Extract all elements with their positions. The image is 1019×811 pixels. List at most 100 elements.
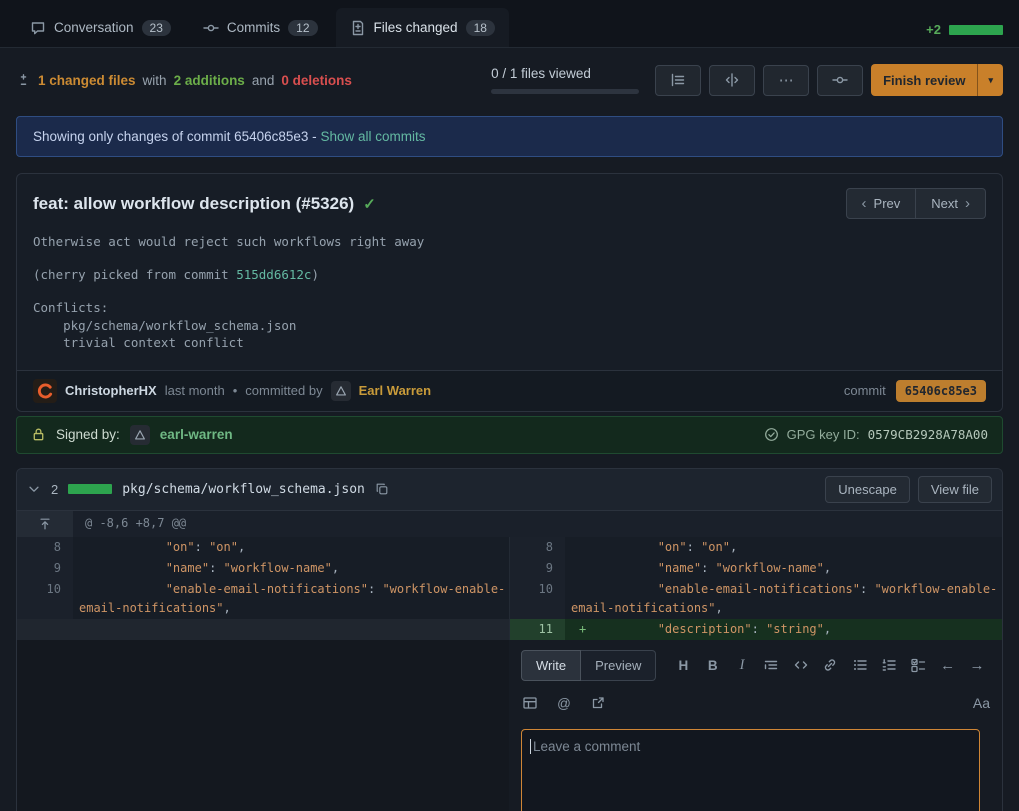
- code-icon[interactable]: [792, 656, 810, 674]
- diff-icon: [16, 73, 31, 88]
- quote-icon[interactable]: [762, 656, 780, 674]
- signed-by-label: Signed by:: [56, 427, 120, 442]
- banner-text: Showing only changes of commit 65406c85e…: [33, 129, 317, 144]
- split-diff-table: @ -8,6 +8,7 @@ 8 "on": "on", 8 "on": "on…: [17, 511, 1002, 811]
- bullet-list-icon[interactable]: [851, 656, 869, 674]
- review-controls: 0 / 1 files viewed ⋯: [491, 64, 1003, 96]
- new-line-number[interactable]: 9: [509, 558, 565, 579]
- file-tree-icon: [670, 72, 686, 88]
- old-code-line: "enable-email-notifications": "workflow-…: [73, 579, 509, 619]
- signature-banner: Signed by: earl-warren GPG key ID: 0579C…: [16, 416, 1003, 454]
- pull-request-files-page: Conversation 23 Commits 12 Files changed…: [0, 0, 1019, 811]
- with-text: with: [143, 73, 167, 88]
- author-avatar[interactable]: [33, 379, 57, 403]
- font-toggle-button[interactable]: Aa: [973, 694, 990, 713]
- additions-count: +2: [926, 22, 941, 37]
- cherry-pick-prefix: (cherry picked from commit: [33, 267, 236, 282]
- old-line-number[interactable]: 9: [17, 558, 73, 579]
- expand-up-icon: [38, 517, 52, 531]
- comment-textarea[interactable]: [521, 729, 980, 811]
- heading-icon[interactable]: H: [674, 656, 692, 674]
- additions-text: 2 additions: [174, 73, 245, 88]
- numbered-list-icon[interactable]: [880, 656, 898, 674]
- text-cursor: [530, 739, 531, 754]
- gpg-key-group: GPG key ID: 0579CB2928A78A00: [764, 427, 988, 442]
- table-icon[interactable]: [521, 694, 539, 712]
- author-name-link[interactable]: ChristopherHX: [65, 383, 157, 398]
- chevron-down-icon[interactable]: [27, 482, 41, 496]
- old-code-line: "on": "on",: [73, 537, 509, 558]
- bold-icon[interactable]: B: [704, 656, 722, 674]
- commit-sha-group: commit 65406c85e3: [844, 380, 986, 402]
- show-all-commits-link[interactable]: Show all commits: [320, 129, 425, 144]
- diff-file-icon: [350, 20, 366, 36]
- check-circle-icon: [764, 427, 779, 442]
- preview-tab[interactable]: Preview: [581, 650, 656, 681]
- diff-view-style-button[interactable]: [709, 65, 755, 96]
- editor-mode-tabs: Write Preview: [521, 650, 656, 681]
- lock-icon: [31, 427, 46, 442]
- diff-file-card: 2 pkg/schema/workflow_schema.json Unesca…: [16, 468, 1003, 811]
- commit-select-button[interactable]: [817, 65, 863, 96]
- diff-options-button[interactable]: ⋯: [763, 65, 809, 96]
- tab-conversation[interactable]: Conversation 23: [16, 8, 185, 47]
- view-file-button[interactable]: View file: [918, 476, 992, 503]
- caret-down-icon: ▾: [978, 75, 1003, 86]
- next-commit-button[interactable]: Next ›: [916, 188, 986, 219]
- new-line-number-added[interactable]: 11: [509, 619, 565, 640]
- cherry-pick-line: (cherry picked from commit 515dd6612c): [33, 266, 986, 284]
- signer-avatar[interactable]: [130, 425, 150, 445]
- changed-files-count: 1 changed files: [38, 73, 136, 88]
- commit-icon: [203, 20, 219, 36]
- tab-conversation-label: Conversation: [54, 20, 134, 35]
- single-commit-banner: Showing only changes of commit 65406c85e…: [16, 116, 1003, 157]
- committed-by-text: committed by: [245, 383, 322, 398]
- arrow-left-icon[interactable]: ←: [939, 656, 957, 674]
- files-changed-count-badge: 18: [466, 20, 495, 36]
- signature-check-icon: ✓: [363, 195, 376, 213]
- finish-review-button[interactable]: Finish review ▾: [871, 64, 1003, 96]
- old-line-number[interactable]: 8: [17, 537, 73, 558]
- commit-card-footer: ChristopherHX last month • committed by …: [17, 370, 1002, 411]
- task-list-icon[interactable]: [909, 656, 927, 674]
- prev-commit-button[interactable]: ‹ Prev: [846, 188, 917, 219]
- pr-tab-bar: Conversation 23 Commits 12 Files changed…: [0, 0, 1019, 48]
- files-viewed-progress: 0 / 1 files viewed: [491, 66, 639, 94]
- new-code-line: "name": "workflow-name",: [565, 558, 1002, 579]
- commit-sha-badge[interactable]: 65406c85e3: [896, 380, 986, 402]
- conversation-icon: [30, 20, 46, 36]
- new-line-number[interactable]: 10: [509, 579, 565, 619]
- tab-commits[interactable]: Commits 12: [189, 8, 332, 47]
- link-icon[interactable]: [821, 656, 839, 674]
- tab-files-changed[interactable]: Files changed 18: [336, 8, 509, 47]
- expand-hunk-button[interactable]: [17, 511, 73, 537]
- gpg-key-value: 0579CB2928A78A00: [868, 427, 988, 442]
- commits-count-badge: 12: [288, 20, 317, 36]
- cherry-pick-hash-link[interactable]: 515dd6612c: [236, 267, 311, 282]
- copy-filename-icon[interactable]: [375, 482, 389, 496]
- italic-icon[interactable]: I: [733, 656, 751, 674]
- file-diff-stat-bar: [68, 484, 112, 494]
- file-tree-toggle-button[interactable]: [655, 65, 701, 96]
- committer-name-link[interactable]: Earl Warren: [359, 383, 432, 398]
- tab-commits-label: Commits: [227, 20, 280, 35]
- signer-name-link[interactable]: earl-warren: [160, 427, 233, 442]
- new-line-number[interactable]: 8: [509, 537, 565, 558]
- bullet-separator: •: [233, 383, 238, 398]
- reference-icon[interactable]: [589, 694, 607, 712]
- added-code-line: "description": "string",+: [565, 619, 1002, 640]
- diff-file-header: 2 pkg/schema/workflow_schema.json Unesca…: [17, 469, 1002, 511]
- files-viewed-label: 0 / 1 files viewed: [491, 66, 591, 81]
- write-tab[interactable]: Write: [521, 650, 581, 681]
- mention-icon[interactable]: @: [555, 694, 573, 712]
- arrow-right-icon[interactable]: →: [968, 656, 986, 674]
- committer-avatar[interactable]: [331, 381, 351, 401]
- ellipsis-icon: ⋯: [779, 71, 794, 89]
- chevron-left-icon: ‹: [862, 195, 867, 212]
- old-line-number[interactable]: 10: [17, 579, 73, 619]
- unescape-button[interactable]: Unescape: [825, 476, 910, 503]
- commit-message-card: feat: allow workflow description (#5326)…: [16, 173, 1003, 412]
- commit-card-header: feat: allow workflow description (#5326)…: [17, 174, 1002, 229]
- gpg-key-label: GPG key ID:: [787, 427, 860, 442]
- file-name-link[interactable]: pkg/schema/workflow_schema.json: [122, 482, 365, 497]
